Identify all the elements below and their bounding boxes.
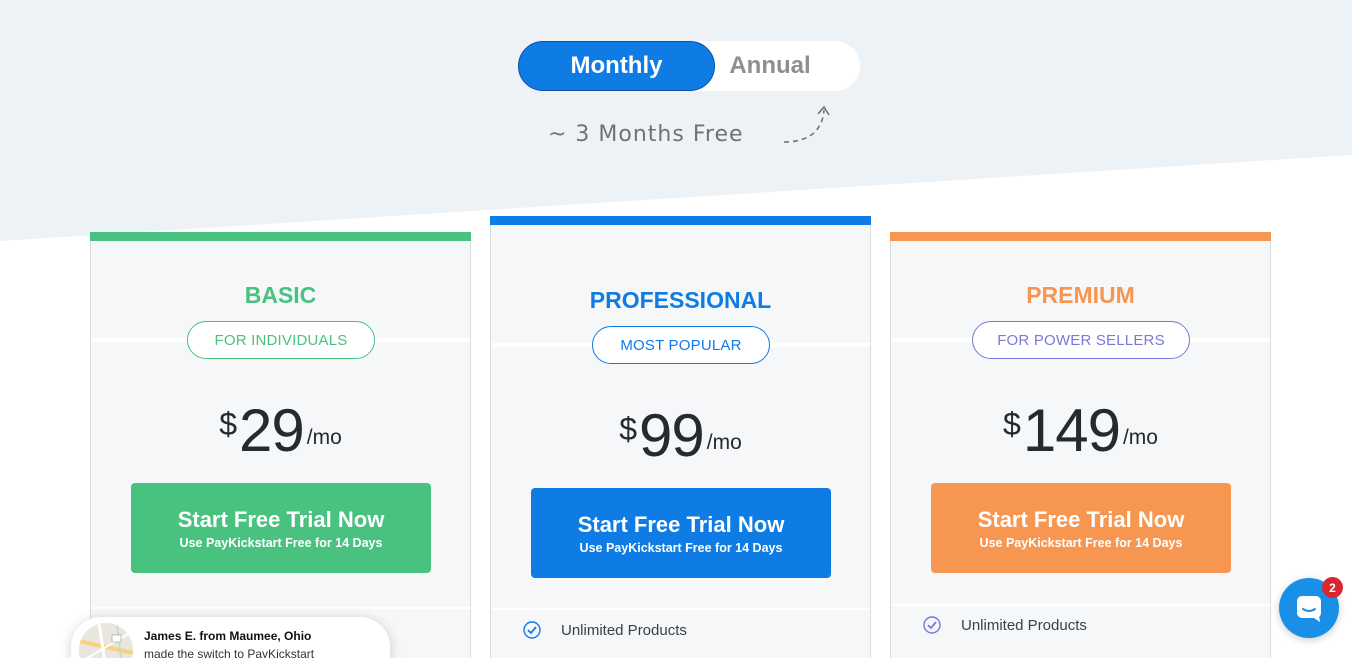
price-currency: $ [619, 411, 638, 447]
plan-accent-bar [90, 232, 471, 241]
plan-price: $ 29 /mo [91, 400, 470, 462]
plan-tag: FOR POWER SELLERS [972, 321, 1190, 359]
cta-sublabel: Use PayKickstart Free for 14 Days [179, 535, 383, 550]
price-amount: 149 [1022, 397, 1121, 464]
plan-accent-bar [890, 232, 1271, 241]
cta-label: Start Free Trial Now [577, 511, 785, 537]
plan-card-premium: PREMIUM FOR POWER SELLERS $ 149 /mo Star… [890, 232, 1271, 658]
price-amount: 29 [239, 397, 305, 464]
price-period: /mo [706, 431, 742, 454]
annual-promo-text: ~ 3 Months Free [548, 122, 744, 147]
cta-sublabel: Use PayKickstart Free for 14 Days [979, 535, 1183, 550]
check-circle-icon [523, 621, 541, 639]
monthly-toggle-button[interactable]: Monthly [518, 41, 715, 91]
check-circle-icon [923, 616, 941, 634]
price-period: /mo [1122, 426, 1158, 449]
plan-tag: FOR INDIVIDUALS [187, 321, 375, 359]
plan-card-professional: PROFESSIONAL MOST POPULAR $ 99 /mo Start… [490, 216, 871, 658]
toast-message: made the switch to PayKickstart [144, 647, 315, 658]
cta-label: Start Free Trial Now [977, 506, 1185, 532]
toast-customer-name: James E. from Maumee, Ohio [144, 629, 312, 643]
curved-arrow-icon [783, 105, 830, 143]
feature-label: Unlimited Products [561, 621, 687, 639]
price-amount: 99 [639, 402, 705, 469]
chat-bubble-icon [1297, 596, 1321, 622]
feature-item: Unlimited Products [523, 621, 687, 639]
feature-label: Unlimited Products [961, 616, 1087, 634]
start-trial-button-basic[interactable]: Start Free Trial Now Use PayKickstart Fr… [131, 483, 431, 573]
divider [891, 604, 1270, 606]
plan-name: PREMIUM [1026, 282, 1135, 308]
map-thumbnail-icon [79, 623, 133, 658]
start-trial-button-professional[interactable]: Start Free Trial Now Use PayKickstart Fr… [531, 488, 831, 578]
plan-tag: MOST POPULAR [592, 326, 770, 364]
plan-accent-bar [490, 216, 871, 225]
billing-toggle[interactable]: Monthly Annual [518, 41, 860, 91]
plan-card-basic: BASIC FOR INDIVIDUALS $ 29 /mo Start Fre… [90, 232, 471, 658]
plan-name: BASIC [244, 282, 317, 308]
start-trial-button-premium[interactable]: Start Free Trial Now Use PayKickstart Fr… [931, 483, 1231, 573]
plan-price: $ 149 /mo [891, 400, 1270, 462]
price-currency: $ [1003, 406, 1021, 442]
divider [491, 608, 870, 610]
cta-sublabel: Use PayKickstart Free for 14 Days [579, 540, 783, 555]
price-period: /mo [306, 426, 342, 449]
plan-name: PROFESSIONAL [589, 287, 772, 313]
chat-notification-badge: 2 [1322, 577, 1343, 598]
divider [91, 607, 470, 609]
annual-toggle-button[interactable]: Annual [715, 41, 825, 91]
price-currency: $ [219, 406, 238, 442]
social-proof-toast[interactable]: James E. from Maumee, Ohio made the swit… [71, 617, 390, 658]
feature-item: Unlimited Products [923, 616, 1087, 634]
plan-price: $ 99 /mo [491, 405, 870, 467]
cta-label: Start Free Trial Now [177, 506, 385, 532]
